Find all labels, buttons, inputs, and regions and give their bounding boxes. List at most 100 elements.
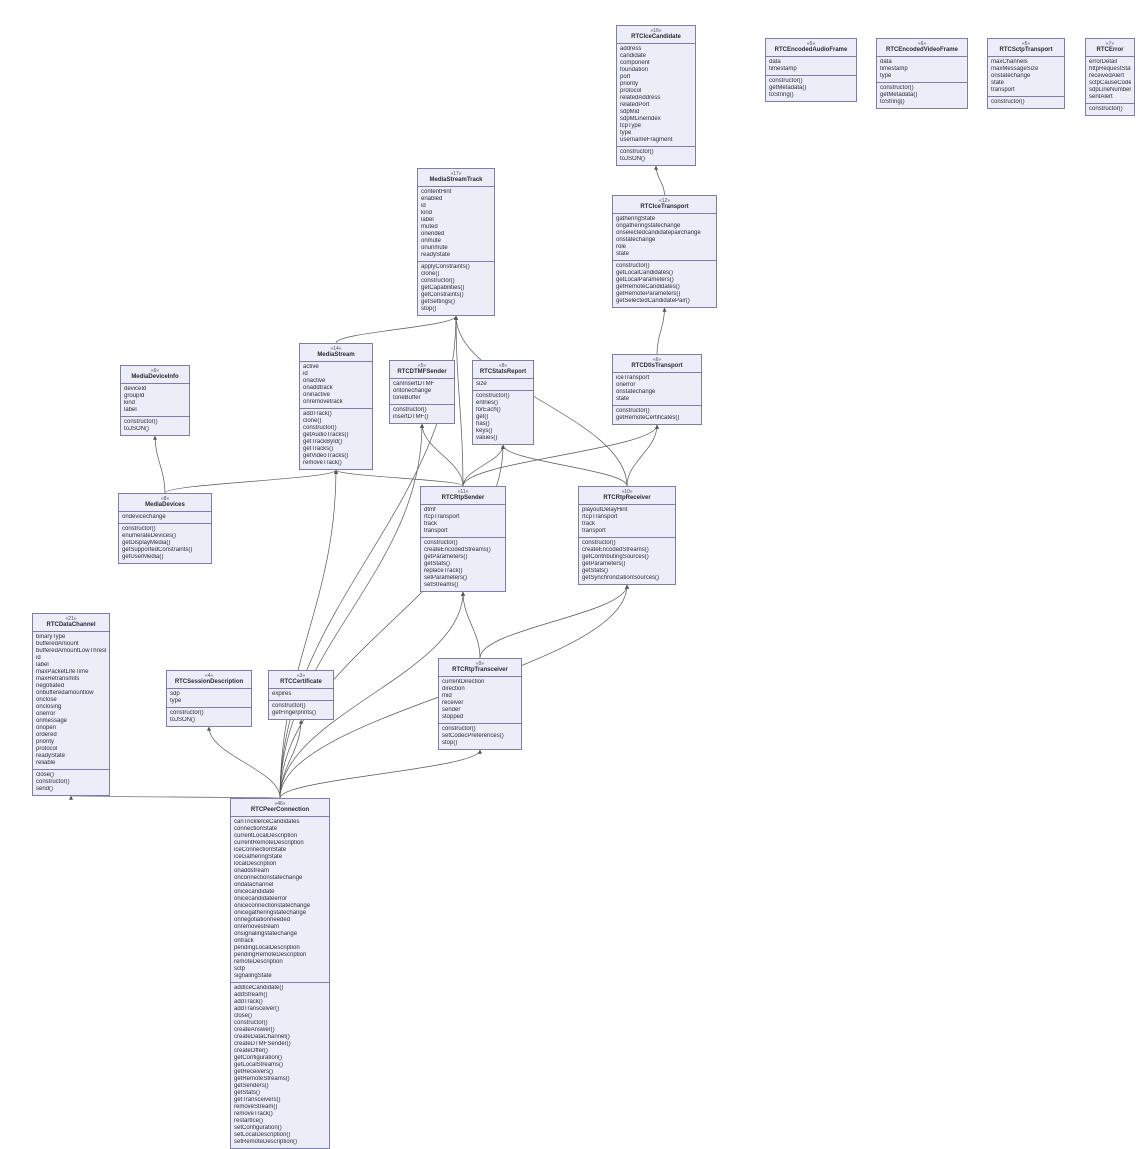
method: setParameters()	[424, 575, 502, 582]
property: ontrack	[234, 938, 326, 945]
property: onended	[421, 231, 491, 238]
edge	[280, 470, 336, 798]
method: setCodecPreferences()	[442, 733, 518, 740]
method: getSupportedConstraints()	[122, 547, 208, 554]
edge	[336, 316, 456, 343]
property: timestamp	[880, 66, 964, 73]
method: getVideoTracks()	[303, 453, 369, 460]
method: getRemoteCandidates()	[616, 284, 713, 291]
property: dtmf	[424, 507, 502, 514]
method: createEncodedStreams()	[424, 547, 502, 554]
method: getSettings()	[421, 299, 491, 306]
property: onicecandidate	[234, 889, 326, 896]
method: stop()	[421, 306, 491, 313]
method: close()	[234, 1013, 326, 1020]
method: addTrack()	[234, 999, 326, 1006]
class-title: RTCIceCandidate	[631, 34, 681, 40]
method: constructor()	[122, 526, 208, 533]
property: httpRequestStatusCode	[1089, 66, 1131, 73]
property: errorDetail	[1089, 59, 1131, 66]
property: track	[424, 521, 502, 528]
class-RTCEncodedVideoFrame: «6»RTCEncodedVideoFramedatatimestamptype…	[876, 38, 968, 109]
property: protocol	[36, 746, 106, 753]
class-header: «16»RTCIceCandidate	[617, 26, 695, 44]
edge	[463, 592, 480, 658]
property: ondatachannel	[234, 882, 326, 889]
properties-section: datatimestamptype	[877, 57, 967, 83]
property: onerror	[616, 382, 698, 389]
method: constructor()	[170, 710, 248, 717]
method: getMetadata()	[880, 92, 964, 99]
property: id	[303, 371, 369, 378]
property: type	[170, 698, 248, 705]
class-header: «7»RTCError	[1086, 39, 1134, 57]
methods-section: constructor()toJSON()	[617, 147, 695, 165]
method: restartIce()	[234, 1118, 326, 1125]
property: onopen	[36, 725, 106, 732]
properties-section: sdptype	[167, 689, 251, 708]
properties-section: size	[473, 379, 533, 391]
property: gatheringState	[616, 216, 713, 223]
property: onremovetrack	[303, 399, 369, 406]
property: onclosing	[36, 704, 106, 711]
property: readyState	[36, 753, 106, 760]
method: getTrackById()	[303, 439, 369, 446]
class-title: RTCDtlsTransport	[631, 363, 682, 369]
methods-section: constructor()setCodecPreferences()stop()	[439, 724, 521, 749]
method: getSynchronizationSources()	[582, 575, 672, 582]
method: getStats()	[424, 561, 502, 568]
method: stop()	[442, 740, 518, 747]
class-title: RTCIceTransport	[640, 204, 688, 210]
methods-section: constructor()createEncodedStreams()getCo…	[579, 538, 675, 584]
method: constructor()	[880, 85, 964, 92]
property: toneBuffer	[393, 395, 451, 402]
property: currentLocalDescription	[234, 833, 326, 840]
method: getLocalStreams()	[234, 1062, 326, 1069]
method: toString()	[769, 92, 853, 99]
class-title: RTCDataChannel	[46, 622, 95, 628]
method: constructor()	[124, 419, 186, 426]
properties-section: errorDetailhttpRequestStatusCodereceived…	[1086, 57, 1134, 104]
property: transport	[582, 528, 672, 535]
diagram-canvas: «16»RTCIceCandidateaddresscandidatecompo…	[0, 0, 1140, 1140]
class-title: MediaDevices	[145, 502, 185, 508]
property: sdpLineNumber	[1089, 87, 1131, 94]
method: getReceivers()	[234, 1069, 326, 1076]
property: maxMessageSize	[991, 66, 1061, 73]
edge	[463, 445, 503, 486]
property: data	[769, 59, 853, 66]
edge	[280, 750, 480, 798]
class-title: MediaDeviceInfo	[131, 374, 178, 380]
method: setRemoteDescription()	[234, 1139, 326, 1146]
method: addIceCandidate()	[234, 985, 326, 992]
property: priority	[36, 739, 106, 746]
method: constructor()	[393, 407, 451, 414]
methods-section: constructor()	[988, 97, 1064, 108]
class-header: «46»RTCPeerConnection	[231, 799, 329, 817]
class-RTCDataChannel: «21»RTCDataChannelbinaryTypebufferedAmou…	[32, 613, 110, 796]
properties-section: deviceIdgroupIdkindlabel	[121, 384, 189, 417]
methods-section: close()constructor()send()	[33, 770, 109, 795]
method: removeTrack()	[303, 460, 369, 467]
method: getUserMedia()	[122, 554, 208, 561]
class-MediaStreamTrack: «17»MediaStreamTrackcontentHintenabledid…	[417, 168, 495, 316]
method: values()	[476, 435, 530, 442]
class-header: «8»RTCStatsReport	[473, 361, 533, 379]
properties-section: canInsertDTMFontonechangetoneBuffer	[390, 379, 454, 405]
property: sdp	[170, 691, 248, 698]
properties-section: contentHintenabledidkindlabelmutedonende…	[418, 187, 494, 262]
property: relatedPort	[620, 102, 692, 109]
class-RTCIceCandidate: «16»RTCIceCandidateaddresscandidatecompo…	[616, 25, 696, 166]
class-header: «9»RTCRtpTransceiver	[439, 659, 521, 677]
method: getRemoteCertificates()	[616, 415, 698, 422]
property: iceTransport	[616, 375, 698, 382]
property: ondevicechange	[122, 514, 208, 521]
method: constructor()	[476, 393, 530, 400]
class-RTCRtpSender: «11»RTCRtpSenderdtmfrtcpTransporttracktr…	[420, 486, 506, 592]
property: label	[124, 407, 186, 414]
property: kind	[124, 400, 186, 407]
class-title: MediaStreamTrack	[429, 177, 482, 183]
property: onselectedcandidatepairchange	[616, 230, 713, 237]
property: signalingState	[234, 973, 326, 980]
property: maxChannels	[991, 59, 1061, 66]
